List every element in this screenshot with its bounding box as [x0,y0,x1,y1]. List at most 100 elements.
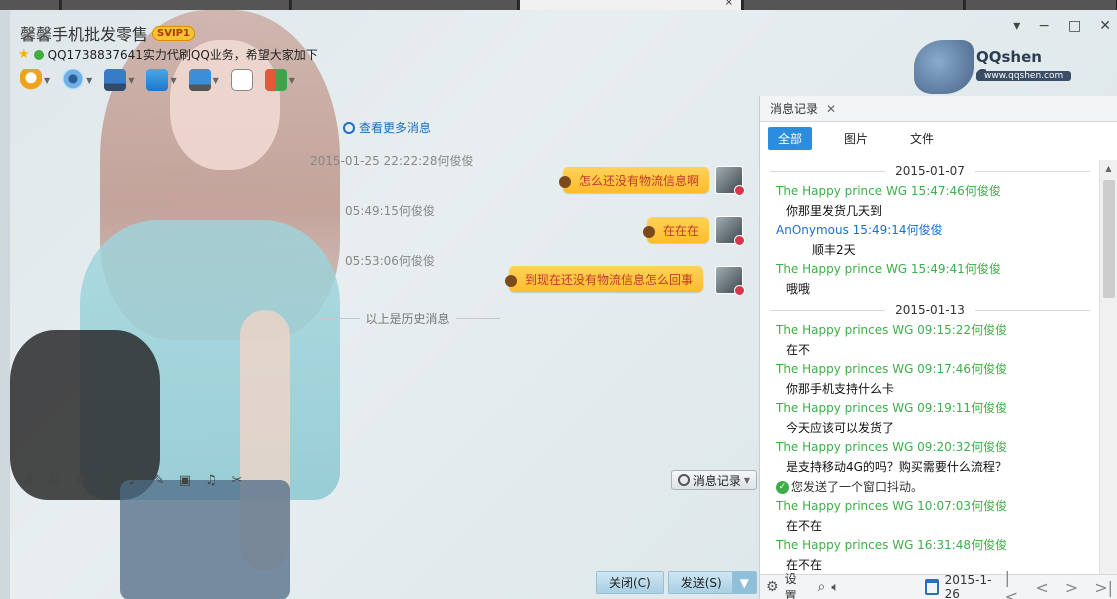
window-controls: ▾ − □ ✕ [1013,18,1117,34]
date-separator: 2015-01-13 [760,299,1100,321]
voice-call-button[interactable]: ▼ [18,67,52,93]
next-page-icon[interactable]: > [1060,578,1083,597]
history-message-header: AnOnymous 15:49:14何俊俊 [776,223,943,237]
video-call-button[interactable]: ▼ [60,67,94,93]
chat-add-icon [230,69,253,91]
last-page-icon[interactable]: >| [1089,578,1117,597]
music-icon[interactable]: ♫ [202,471,220,489]
history-divider-label: 以上是历史消息 [365,312,450,326]
message-bubble[interactable]: 在在在 [643,217,710,243]
history-date[interactable]: 2015-1-26 [945,573,994,599]
speaker-icon[interactable]: 🔈︎ [831,580,839,595]
chevron-down-icon[interactable]: ▼ [86,76,92,85]
minimize-icon[interactable]: − [1038,18,1050,34]
history-message-body: 哦哦 [786,282,811,296]
grid-icon [264,69,287,91]
face-icon [643,226,655,238]
history-message-header: The Happy princes WG 09:15:22何俊俊 [776,323,1008,337]
tab-6[interactable] [966,0,1117,10]
microphone-icon [20,69,42,91]
send-label: 发送(S) [680,576,722,590]
chevron-down-icon[interactable]: ▼ [170,76,176,85]
voice-message-icon[interactable]: ♪ [124,471,142,489]
filter-images[interactable]: 图片 [834,127,878,150]
filter-all[interactable]: 全部 [768,126,813,150]
history-panel-tab[interactable]: 消息记录 ✕ [760,96,1117,122]
logo-url: www.qqshen.com [976,71,1072,81]
view-more-messages-link[interactable]: 查看更多消息 [343,119,431,136]
history-message-body: 你那手机支持什么卡 [786,382,895,396]
contact-name-text: 馨馨手机批发零售 [20,25,149,44]
camera-icon [62,69,85,91]
scrollbar-thumb[interactable] [1103,180,1115,298]
send-file-button[interactable]: ▼ [144,67,178,93]
remote-desktop-button[interactable]: ▼ [187,67,221,93]
chevron-down-icon[interactable]: ▾ [1013,18,1020,34]
face-icon [559,176,571,188]
close-icon[interactable]: ✕ [1099,18,1111,34]
contact-name[interactable]: 馨馨手机批发零售 SVIP1 [20,21,195,45]
message-timestamp: 05:53:06何俊俊 [345,254,435,268]
first-page-icon[interactable]: |< [1000,568,1025,599]
date-separator: 2015-01-07 [760,160,1100,182]
clock-icon [677,474,690,486]
history-message-list[interactable]: 2015-01-07 The Happy prince WG 15:47:46何… [760,160,1100,574]
message-bubble[interactable]: 怎么还没有物流信息啊 [559,167,710,193]
signature-text: QQ1738837641实力代刷QQ业务，希望大家加下 [47,48,318,62]
message-history-button[interactable]: 消息记录 ▼ [670,470,757,490]
chat-message-area[interactable]: 查看更多消息 2015-01-25 22:22:28何俊俊 怎么还没有物流信息啊… [10,98,759,466]
chevron-down-icon[interactable]: ▼ [731,572,756,593]
history-message-header: The Happy prince WG 15:49:41何俊俊 [776,262,1001,276]
settings-label[interactable]: 设置 [785,570,804,599]
svip-badge[interactable]: SVIP1 [152,25,195,41]
browser-tab-strip: × [0,0,1117,10]
maximize-icon[interactable]: □ [1068,18,1081,34]
prev-page-icon[interactable]: < [1030,578,1053,597]
avatar[interactable] [715,166,745,196]
face-icon [505,275,517,287]
folder-icon [146,69,169,91]
history-message-header: The Happy princes WG 16:31:48何俊俊 [776,538,1008,552]
image-icon[interactable]: ▣ [176,471,194,489]
more-apps-button[interactable]: ▼ [263,67,297,93]
close-icon[interactable]: ✕ [826,102,836,116]
action-buttons: 关闭(C) 发送(S) ▼ [596,571,757,594]
chevron-down-icon[interactable]: ▼ [213,76,219,85]
shake-window-icon[interactable]: ▯ [98,471,116,489]
chat-toolbar: ▼ ▼ ▼ ▼ ▼ ▼ [18,66,297,94]
apps-button[interactable]: ▼ [102,67,136,93]
scroll-up-icon[interactable]: ▲ [1100,160,1117,176]
close-icon[interactable]: × [725,0,733,8]
message-timestamp: 2015-01-25 22:22:28何俊俊 [310,154,474,168]
history-message-body: 在不在 [786,519,823,533]
chevron-down-icon[interactable]: ▼ [289,76,295,85]
message-input[interactable] [10,494,759,569]
message-text: 到现在还没有物流信息怎么回事 [525,272,694,287]
status-icon [33,49,44,60]
magic-emoji-icon[interactable]: ✱ [72,471,90,489]
doodle-icon[interactable]: ✎ [150,471,168,489]
avatar[interactable] [715,216,745,246]
message-bubble[interactable]: 到现在还没有物流信息怎么回事 [505,266,704,292]
tab-3[interactable] [292,0,518,10]
create-discussion-button[interactable] [229,67,255,93]
close-button[interactable]: 关闭(C) [596,571,664,594]
clock-icon [343,121,355,134]
gear-icon[interactable]: ⚙ [766,579,779,595]
tab-4[interactable]: × [520,0,742,10]
tab-2[interactable] [62,0,290,10]
calendar-icon[interactable] [925,579,939,595]
search-icon[interactable]: ⌕ [818,579,826,595]
send-button[interactable]: 发送(S) ▼ [667,571,757,594]
avatar[interactable] [715,266,745,296]
filter-files[interactable]: 文件 [900,127,944,150]
tab-1[interactable] [0,0,60,10]
chevron-down-icon[interactable]: ▼ [128,76,134,85]
tab-5[interactable] [744,0,964,10]
font-icon[interactable]: A [20,471,38,489]
qqshen-logo: QQshen Course www.qqshen.com [910,34,1095,98]
history-scrollbar[interactable]: ▲ [1099,160,1117,574]
chevron-down-icon[interactable]: ▼ [44,76,50,85]
emoji-icon[interactable]: ☺ [46,471,64,489]
screenshot-scissors-icon[interactable]: ✂ [228,471,246,489]
